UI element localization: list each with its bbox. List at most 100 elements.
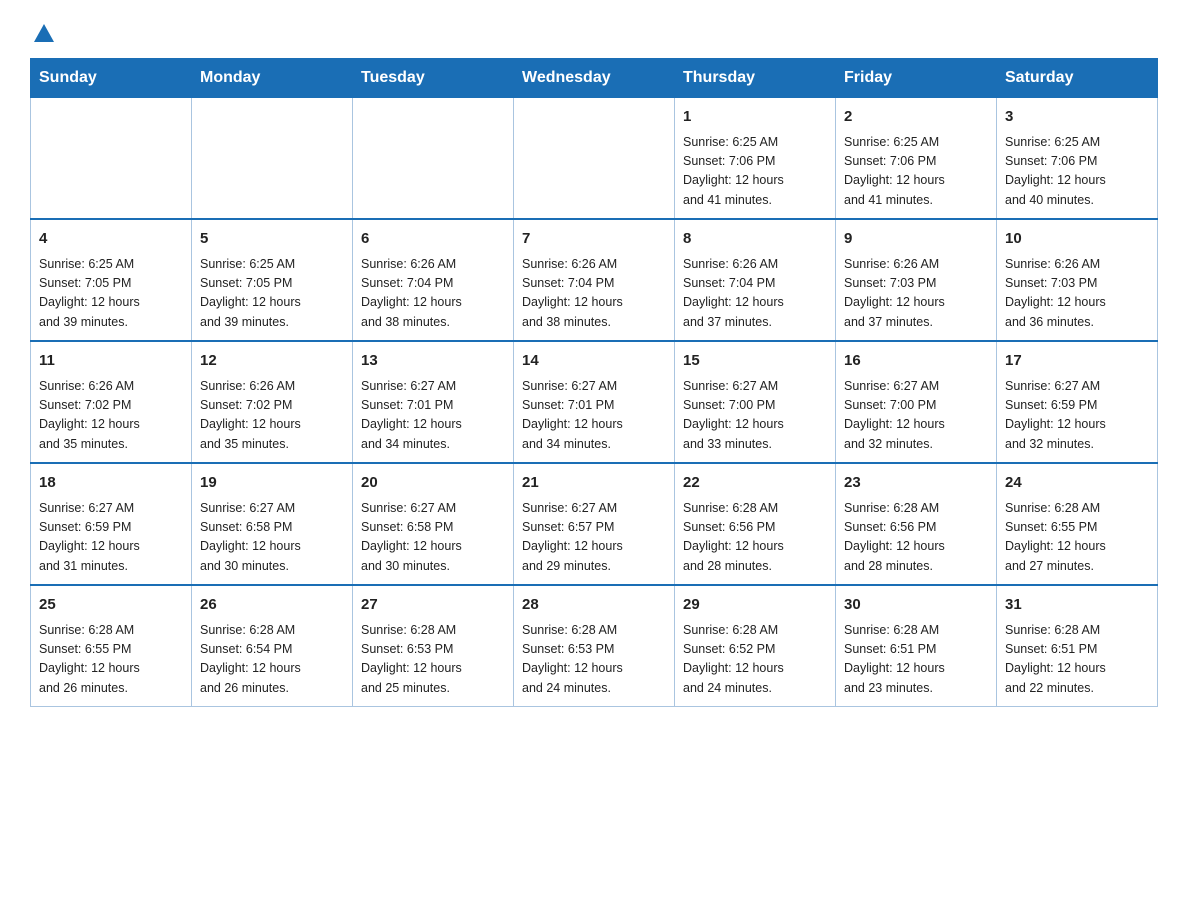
day-info: Sunrise: 6:28 AMSunset: 6:55 PMDaylight:… xyxy=(39,621,183,699)
calendar-day-cell: 3 Sunrise: 6:25 AMSunset: 7:06 PMDaylight… xyxy=(997,98,1158,220)
day-number: 17 xyxy=(1005,350,1149,373)
day-info: Sunrise: 6:26 AMSunset: 7:03 PMDaylight:… xyxy=(844,255,988,333)
calendar-day-cell: 20 Sunrise: 6:27 AMSunset: 6:58 PMDayligh… xyxy=(353,463,514,585)
calendar-day-cell: 6Sunrise: 6:26 AMSunset: 7:04 PMDaylight… xyxy=(353,219,514,341)
day-info: Sunrise: 6:27 AMSunset: 7:01 PMDaylight:… xyxy=(522,377,666,455)
day-info: Sunrise: 6:26 AMSunset: 7:04 PMDaylight:… xyxy=(522,255,666,333)
calendar-day-cell: 11 Sunrise: 6:26 AMSunset: 7:02 PMDayligh… xyxy=(31,341,192,463)
calendar-day-cell: 30 Sunrise: 6:28 AMSunset: 6:51 PMDayligh… xyxy=(836,585,997,707)
weekday-header-tuesday: Tuesday xyxy=(353,59,514,98)
day-number: 21 xyxy=(522,472,666,495)
calendar-week-row: 11 Sunrise: 6:26 AMSunset: 7:02 PMDayligh… xyxy=(31,341,1158,463)
day-number: 23 xyxy=(844,472,988,495)
day-info: Sunrise: 6:27 AMSunset: 6:59 PMDaylight:… xyxy=(39,499,183,577)
day-info: Sunrise: 6:27 AMSunset: 7:00 PMDaylight:… xyxy=(844,377,988,455)
day-number: 5 xyxy=(200,228,344,251)
day-info: Sunrise: 6:26 AMSunset: 7:03 PMDaylight:… xyxy=(1005,255,1149,333)
weekday-header-saturday: Saturday xyxy=(997,59,1158,98)
calendar-table: SundayMondayTuesdayWednesdayThursdayFrid… xyxy=(30,58,1158,707)
day-number: 31 xyxy=(1005,594,1149,617)
calendar-week-row: 4 Sunrise: 6:25 AMSunset: 7:05 PMDaylight… xyxy=(31,219,1158,341)
day-info: Sunrise: 6:26 AMSunset: 7:02 PMDaylight:… xyxy=(39,377,183,455)
calendar-day-cell: 19Sunrise: 6:27 AMSunset: 6:58 PMDayligh… xyxy=(192,463,353,585)
day-info: Sunrise: 6:28 AMSunset: 6:51 PMDaylight:… xyxy=(1005,621,1149,699)
day-info: Sunrise: 6:27 AMSunset: 6:58 PMDaylight:… xyxy=(361,499,505,577)
day-number: 10 xyxy=(1005,228,1149,251)
calendar-day-cell: 28 Sunrise: 6:28 AMSunset: 6:53 PMDayligh… xyxy=(514,585,675,707)
day-number: 11 xyxy=(39,350,183,373)
calendar-day-cell: 31 Sunrise: 6:28 AMSunset: 6:51 PMDayligh… xyxy=(997,585,1158,707)
day-info: Sunrise: 6:27 AMSunset: 6:57 PMDaylight:… xyxy=(522,499,666,577)
calendar-header-row: SundayMondayTuesdayWednesdayThursdayFrid… xyxy=(31,59,1158,98)
weekday-header-wednesday: Wednesday xyxy=(514,59,675,98)
day-info: Sunrise: 6:27 AMSunset: 7:01 PMDaylight:… xyxy=(361,377,505,455)
day-info: Sunrise: 6:26 AMSunset: 7:02 PMDaylight:… xyxy=(200,377,344,455)
day-info: Sunrise: 6:27 AMSunset: 7:00 PMDaylight:… xyxy=(683,377,827,455)
day-info: Sunrise: 6:28 AMSunset: 6:55 PMDaylight:… xyxy=(1005,499,1149,577)
calendar-day-cell: 14 Sunrise: 6:27 AMSunset: 7:01 PMDayligh… xyxy=(514,341,675,463)
calendar-day-cell: 13 Sunrise: 6:27 AMSunset: 7:01 PMDayligh… xyxy=(353,341,514,463)
day-info: Sunrise: 6:25 AMSunset: 7:05 PMDaylight:… xyxy=(39,255,183,333)
calendar-day-cell: 29 Sunrise: 6:28 AMSunset: 6:52 PMDayligh… xyxy=(675,585,836,707)
calendar-day-cell: 2 Sunrise: 6:25 AMSunset: 7:06 PMDaylight… xyxy=(836,98,997,220)
calendar-day-cell: 7 Sunrise: 6:26 AMSunset: 7:04 PMDaylight… xyxy=(514,219,675,341)
day-number: 19 xyxy=(200,472,344,495)
calendar-day-cell: 16 Sunrise: 6:27 AMSunset: 7:00 PMDayligh… xyxy=(836,341,997,463)
calendar-day-cell: 21 Sunrise: 6:27 AMSunset: 6:57 PMDayligh… xyxy=(514,463,675,585)
calendar-week-row: 1 Sunrise: 6:25 AMSunset: 7:06 PMDaylight… xyxy=(31,98,1158,220)
day-info: Sunrise: 6:27 AMSunset: 6:59 PMDaylight:… xyxy=(1005,377,1149,455)
day-number: 2 xyxy=(844,106,988,129)
calendar-day-cell: 22Sunrise: 6:28 AMSunset: 6:56 PMDayligh… xyxy=(675,463,836,585)
page-header xyxy=(30,20,1158,38)
calendar-day-cell: 27Sunrise: 6:28 AMSunset: 6:53 PMDayligh… xyxy=(353,585,514,707)
day-number: 13 xyxy=(361,350,505,373)
calendar-day-cell xyxy=(353,98,514,220)
day-number: 7 xyxy=(522,228,666,251)
calendar-day-cell: 26Sunrise: 6:28 AMSunset: 6:54 PMDayligh… xyxy=(192,585,353,707)
day-number: 12 xyxy=(200,350,344,373)
calendar-day-cell: 25 Sunrise: 6:28 AMSunset: 6:55 PMDayligh… xyxy=(31,585,192,707)
day-info: Sunrise: 6:28 AMSunset: 6:56 PMDaylight:… xyxy=(844,499,988,577)
calendar-day-cell: 12 Sunrise: 6:26 AMSunset: 7:02 PMDayligh… xyxy=(192,341,353,463)
calendar-day-cell: 5Sunrise: 6:25 AMSunset: 7:05 PMDaylight… xyxy=(192,219,353,341)
day-number: 28 xyxy=(522,594,666,617)
calendar-day-cell: 8Sunrise: 6:26 AMSunset: 7:04 PMDaylight… xyxy=(675,219,836,341)
calendar-day-cell: 10 Sunrise: 6:26 AMSunset: 7:03 PMDayligh… xyxy=(997,219,1158,341)
day-number: 15 xyxy=(683,350,827,373)
calendar-day-cell: 17 Sunrise: 6:27 AMSunset: 6:59 PMDayligh… xyxy=(997,341,1158,463)
day-number: 4 xyxy=(39,228,183,251)
day-number: 18 xyxy=(39,472,183,495)
day-info: Sunrise: 6:28 AMSunset: 6:53 PMDaylight:… xyxy=(361,621,505,699)
day-info: Sunrise: 6:25 AMSunset: 7:06 PMDaylight:… xyxy=(844,133,988,211)
day-info: Sunrise: 6:28 AMSunset: 6:52 PMDaylight:… xyxy=(683,621,827,699)
calendar-week-row: 25 Sunrise: 6:28 AMSunset: 6:55 PMDayligh… xyxy=(31,585,1158,707)
weekday-header-thursday: Thursday xyxy=(675,59,836,98)
day-info: Sunrise: 6:25 AMSunset: 7:06 PMDaylight:… xyxy=(1005,133,1149,211)
day-number: 14 xyxy=(522,350,666,373)
day-number: 20 xyxy=(361,472,505,495)
logo-triangle-icon xyxy=(33,22,55,44)
calendar-day-cell: 18 Sunrise: 6:27 AMSunset: 6:59 PMDayligh… xyxy=(31,463,192,585)
day-number: 29 xyxy=(683,594,827,617)
day-number: 6 xyxy=(361,228,505,251)
day-number: 30 xyxy=(844,594,988,617)
day-number: 1 xyxy=(683,106,827,129)
weekday-header-sunday: Sunday xyxy=(31,59,192,98)
day-number: 3 xyxy=(1005,106,1149,129)
calendar-day-cell xyxy=(192,98,353,220)
day-number: 9 xyxy=(844,228,988,251)
calendar-week-row: 18 Sunrise: 6:27 AMSunset: 6:59 PMDayligh… xyxy=(31,463,1158,585)
day-number: 25 xyxy=(39,594,183,617)
day-number: 24 xyxy=(1005,472,1149,495)
calendar-day-cell: 1 Sunrise: 6:25 AMSunset: 7:06 PMDaylight… xyxy=(675,98,836,220)
calendar-day-cell: 24 Sunrise: 6:28 AMSunset: 6:55 PMDayligh… xyxy=(997,463,1158,585)
day-info: Sunrise: 6:28 AMSunset: 6:51 PMDaylight:… xyxy=(844,621,988,699)
day-number: 16 xyxy=(844,350,988,373)
day-info: Sunrise: 6:28 AMSunset: 6:53 PMDaylight:… xyxy=(522,621,666,699)
day-number: 22 xyxy=(683,472,827,495)
calendar-day-cell xyxy=(31,98,192,220)
day-info: Sunrise: 6:25 AMSunset: 7:06 PMDaylight:… xyxy=(683,133,827,211)
calendar-day-cell: 4 Sunrise: 6:25 AMSunset: 7:05 PMDaylight… xyxy=(31,219,192,341)
day-number: 26 xyxy=(200,594,344,617)
logo xyxy=(30,20,55,38)
